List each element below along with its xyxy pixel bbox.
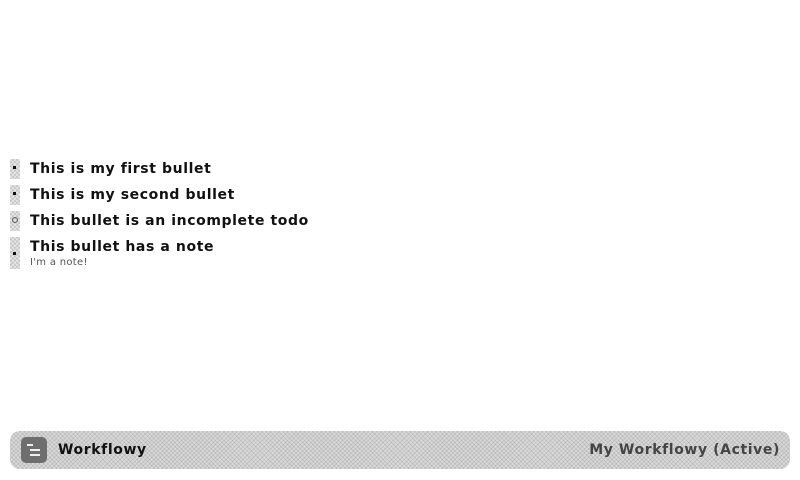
bullet-text[interactable]: This bullet has a note — [30, 237, 214, 257]
bullet-dot-icon — [13, 192, 16, 195]
bullet-handle[interactable] — [10, 185, 20, 205]
bullet-text[interactable]: This bullet is an incomplete todo — [30, 211, 309, 231]
workflowy-list-icon — [21, 437, 47, 463]
status-bar: Workflowy My Workflowy (Active) — [10, 431, 790, 469]
bullet-handle[interactable] — [10, 237, 20, 269]
bullet-item-todo[interactable]: This bullet is an incomplete todo — [10, 211, 510, 231]
bullet-body: This bullet is an incomplete todo — [30, 211, 309, 231]
bullet-handle[interactable] — [10, 159, 20, 179]
bullet-item-with-note[interactable]: This bullet has a note I'm a note! — [10, 237, 510, 269]
workspace-label[interactable]: My Workflowy (Active) — [589, 442, 780, 458]
bullet-body: This bullet has a note I'm a note! — [30, 237, 214, 269]
app-title: Workflowy — [58, 442, 147, 458]
bullet-text[interactable]: This is my first bullet — [30, 159, 211, 179]
bullet-text[interactable]: This is my second bullet — [30, 185, 235, 205]
bullet-item-first[interactable]: This is my first bullet — [10, 159, 510, 179]
app-identity: Workflowy — [21, 437, 147, 463]
bullet-handle[interactable] — [10, 211, 20, 231]
bullet-body: This is my second bullet — [30, 185, 235, 205]
bullet-dot-icon — [13, 166, 16, 169]
bullet-dot-icon — [13, 252, 16, 255]
bullet-list: This is my first bullet This is my secon… — [10, 159, 510, 275]
todo-checkbox-icon[interactable] — [12, 217, 18, 223]
bullet-item-second[interactable]: This is my second bullet — [10, 185, 510, 205]
bullet-note[interactable]: I'm a note! — [30, 257, 214, 269]
bullet-body: This is my first bullet — [30, 159, 211, 179]
